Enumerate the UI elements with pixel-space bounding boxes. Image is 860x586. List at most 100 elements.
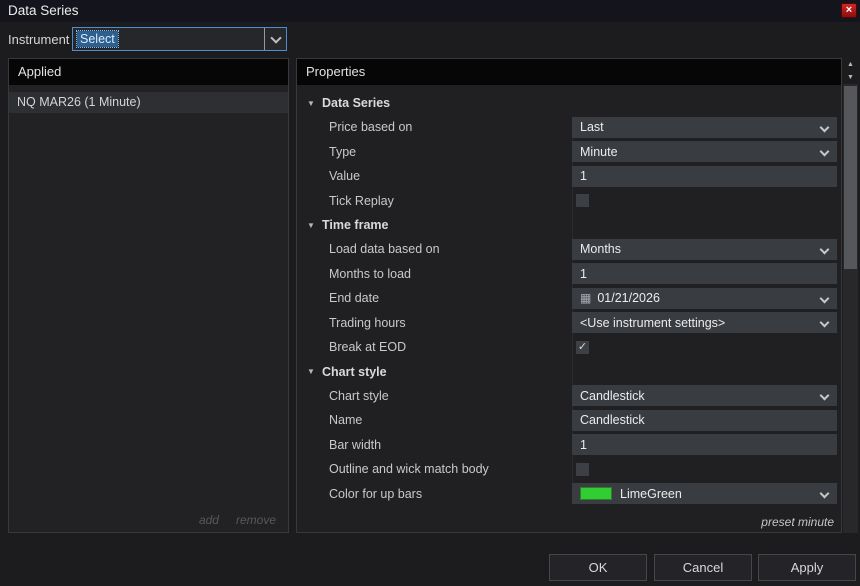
scrollbar-track[interactable] <box>843 84 858 533</box>
property-label: Color for up bars <box>329 486 423 501</box>
calendar-icon: ▦ <box>580 291 592 306</box>
property-row-outline-and-wick-match-body: Outline and wick match body <box>297 457 841 482</box>
applied-panel-actions: add remove <box>199 513 276 527</box>
property-row-tick-replay: Tick Replay <box>297 189 841 214</box>
instrument-select-value: Select <box>76 30 119 48</box>
close-icon[interactable]: × <box>841 3 857 18</box>
add-button[interactable]: add <box>199 513 219 527</box>
property-label: Tick Replay <box>329 193 394 208</box>
group-row-time-frame[interactable]: ▼ Time frame <box>297 213 841 237</box>
field-value-text: LimeGreen <box>620 486 682 501</box>
apply-button[interactable]: Apply <box>758 554 856 581</box>
field-value-text: <Use instrument settings> <box>580 315 726 330</box>
property-value-cell <box>572 459 841 480</box>
property-label: Load data based on <box>329 242 440 257</box>
collapse-triangle-icon[interactable]: ▼ <box>307 99 322 108</box>
group-label: Time frame <box>322 218 389 232</box>
property-label: Trading hours <box>329 315 406 330</box>
chevron-down-icon <box>819 317 830 328</box>
price-based-on-dropdown[interactable]: Last <box>572 116 837 138</box>
field-value-text: 1 <box>580 266 587 281</box>
property-row-type: Type Minute <box>297 140 841 165</box>
property-value-cell: Candlestick <box>572 409 841 431</box>
field-value-text: Last <box>580 120 604 135</box>
property-row-end-date: End date ▦ 01/21/2026 <box>297 286 841 311</box>
chevron-down-icon <box>819 390 830 401</box>
property-value-cell: ▦ 01/21/2026 <box>572 287 841 309</box>
properties-scrollbar[interactable]: ▲ ▼ <box>843 58 858 533</box>
load-data-based-on-dropdown[interactable]: Months <box>572 238 837 260</box>
data-series-dialog: Data Series × Instrument Select Applied … <box>0 0 860 586</box>
type-dropdown[interactable]: Minute <box>572 141 837 163</box>
property-label: Type <box>329 144 357 159</box>
property-row-price-based-on: Price based on Last <box>297 115 841 140</box>
property-row-chart-style: Chart style Candlestick <box>297 384 841 409</box>
end-date-dropdown[interactable]: ▦ 01/21/2026 <box>572 287 837 309</box>
ok-button[interactable]: OK <box>549 554 647 581</box>
field-value-text: 1 <box>580 437 587 452</box>
property-value-cell: 1 <box>572 263 841 285</box>
chevron-down-icon <box>819 244 830 255</box>
scroll-up-icon[interactable]: ▲ <box>843 58 858 71</box>
property-label: Value <box>329 169 361 184</box>
collapse-triangle-icon[interactable]: ▼ <box>307 221 322 230</box>
preset-label: preset minute <box>761 515 834 529</box>
properties-grid: ▼ Data Series Price based on Last Type Minute… <box>297 85 841 510</box>
property-row-bar-width: Bar width 1 <box>297 433 841 458</box>
property-label: Price based on <box>329 120 413 135</box>
group-row-data-series[interactable]: ▼ Data Series <box>297 91 841 115</box>
instrument-label: Instrument <box>8 32 70 47</box>
applied-list: NQ MAR26 (1 Minute) <box>9 92 288 113</box>
months-to-load-input[interactable]: 1 <box>572 263 837 285</box>
property-row-name: Name Candlestick <box>297 408 841 433</box>
property-value-cell <box>572 190 841 211</box>
properties-panel: Properties ▼ Data Series Price based on Las… <box>296 58 842 533</box>
property-row-value: Value 1 <box>297 164 841 189</box>
trading-hours-dropdown[interactable]: <Use instrument settings> <box>572 312 837 334</box>
chevron-down-icon <box>819 122 830 133</box>
property-row-trading-hours: Trading hours <Use instrument settings> <box>297 311 841 336</box>
property-value-cell: 1 <box>572 434 841 456</box>
property-label: Outline and wick match body <box>329 462 489 477</box>
remove-button[interactable]: remove <box>236 513 276 527</box>
properties-panel-header: Properties <box>297 59 841 85</box>
instrument-select[interactable]: Select <box>72 27 287 51</box>
chevron-down-icon <box>819 488 830 499</box>
scrollbar-thumb[interactable] <box>844 86 857 269</box>
color-swatch <box>580 487 612 501</box>
property-label: End date <box>329 291 380 306</box>
field-value-text: 1 <box>580 169 587 184</box>
title-bar[interactable]: Data Series × <box>0 0 860 22</box>
applied-panel-header: Applied <box>9 59 288 85</box>
color-for-up-bars-dropdown[interactable]: LimeGreen <box>572 483 837 505</box>
field-value-text: Months <box>580 242 621 257</box>
property-row-load-data-based-on: Load data based on Months <box>297 237 841 262</box>
property-value-cell: Months <box>572 238 841 260</box>
scroll-down-icon[interactable]: ▼ <box>843 71 858 84</box>
property-label: Bar width <box>329 437 382 452</box>
bar-width-input[interactable]: 1 <box>572 434 837 456</box>
property-row-months-to-load: Months to load 1 <box>297 262 841 287</box>
property-label: Name <box>329 413 363 428</box>
field-value-text: Candlestick <box>580 388 645 403</box>
chart-style-dropdown[interactable]: Candlestick <box>572 385 837 407</box>
property-label: Chart style <box>329 388 389 403</box>
group-row-chart-style[interactable]: ▼ Chart style <box>297 360 841 384</box>
group-label: Data Series <box>322 96 391 110</box>
chevron-down-icon <box>819 293 830 304</box>
cancel-button[interactable]: Cancel <box>654 554 752 581</box>
property-value-cell: ✓ <box>572 337 841 358</box>
property-value-cell: 1 <box>572 165 841 187</box>
break-at-eod-checkbox[interactable]: ✓ <box>576 340 589 354</box>
outline-and-wick-match-body-checkbox[interactable] <box>576 462 589 476</box>
applied-panel: Applied NQ MAR26 (1 Minute) add remove <box>8 58 289 533</box>
instrument-select-arrow[interactable] <box>264 28 286 50</box>
window-title: Data Series <box>8 3 79 18</box>
collapse-triangle-icon[interactable]: ▼ <box>307 367 322 376</box>
applied-item-nq-mar26-1-minute[interactable]: NQ MAR26 (1 Minute) <box>9 92 288 113</box>
tick-replay-checkbox[interactable] <box>576 194 589 208</box>
checkmark-icon: ✓ <box>577 340 588 353</box>
name-input[interactable]: Candlestick <box>572 409 837 431</box>
property-value-cell: <Use instrument settings> <box>572 312 841 334</box>
value-input[interactable]: 1 <box>572 165 837 187</box>
